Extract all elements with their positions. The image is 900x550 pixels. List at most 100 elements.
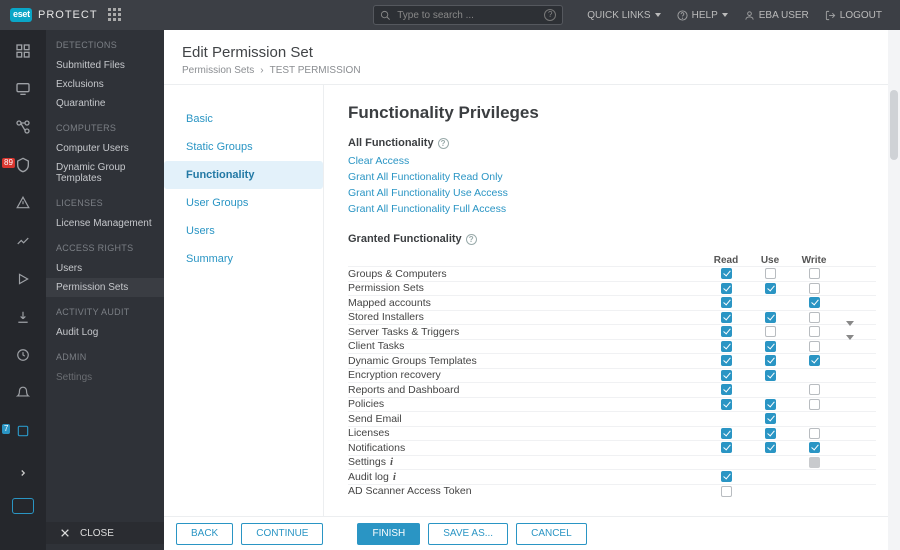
user-menu[interactable]: EBA USER bbox=[744, 10, 809, 21]
rail-alerts[interactable] bbox=[0, 188, 46, 218]
help-icon[interactable]: ? bbox=[438, 138, 449, 149]
subnav-item[interactable]: Submitted Files bbox=[56, 56, 154, 75]
subnav-item[interactable]: Exclusions bbox=[56, 75, 154, 94]
search-input[interactable]: Type to search ... ? bbox=[373, 5, 563, 25]
rail-network[interactable] bbox=[0, 112, 46, 142]
rail-notifications[interactable] bbox=[0, 378, 46, 408]
checkbox[interactable] bbox=[809, 428, 820, 439]
row-label: Policies bbox=[348, 398, 704, 410]
checkbox[interactable] bbox=[721, 268, 732, 279]
checkbox[interactable] bbox=[809, 384, 820, 395]
scrollbar-thumb[interactable] bbox=[890, 90, 898, 160]
checkbox[interactable] bbox=[809, 268, 820, 279]
rail-expand-arrow[interactable] bbox=[0, 458, 46, 488]
subnav-item[interactable]: Users bbox=[56, 259, 154, 278]
checkbox[interactable] bbox=[765, 326, 776, 337]
checkbox[interactable] bbox=[721, 399, 732, 410]
all-functionality-heading: All Functionality ? bbox=[348, 137, 876, 149]
checkbox[interactable] bbox=[765, 413, 776, 424]
subnav-item[interactable]: License Management bbox=[56, 214, 154, 233]
breadcrumb-root[interactable]: Permission Sets bbox=[182, 65, 254, 76]
quick-links-menu[interactable]: QUICK LINKS bbox=[587, 10, 660, 21]
checkbox[interactable] bbox=[765, 428, 776, 439]
wizard-step[interactable]: Users bbox=[174, 217, 313, 245]
checkbox[interactable] bbox=[765, 355, 776, 366]
subnav-item[interactable]: Audit Log bbox=[56, 323, 154, 342]
quick-action-link[interactable]: Clear Access bbox=[348, 155, 876, 167]
wizard-step[interactable]: Summary bbox=[174, 245, 313, 273]
quick-action-link[interactable]: Grant All Functionality Use Access bbox=[348, 187, 876, 199]
apps-icon[interactable] bbox=[108, 8, 122, 22]
checkbox[interactable] bbox=[809, 297, 820, 308]
blue-badge: 7 bbox=[2, 424, 10, 434]
rail-dashboard[interactable] bbox=[0, 36, 46, 66]
checkbox[interactable] bbox=[721, 326, 732, 337]
quick-action-link[interactable]: Grant All Functionality Read Only bbox=[348, 171, 876, 183]
save-as-button[interactable]: SAVE AS... bbox=[428, 523, 508, 545]
close-icon bbox=[60, 528, 70, 538]
user-icon bbox=[744, 10, 755, 21]
subnav-item[interactable]: Quarantine bbox=[56, 94, 154, 113]
back-button[interactable]: BACK bbox=[176, 523, 233, 545]
checkbox[interactable] bbox=[765, 312, 776, 323]
subnav-item[interactable]: Dynamic Group Templates bbox=[56, 158, 154, 188]
finish-button[interactable]: FINISH bbox=[357, 523, 420, 545]
logout-link[interactable]: LOGOUT bbox=[825, 10, 882, 21]
checkbox[interactable] bbox=[809, 399, 820, 410]
checkbox[interactable] bbox=[721, 442, 732, 453]
subnav-item[interactable]: Permission Sets bbox=[46, 278, 164, 297]
checkbox[interactable] bbox=[721, 486, 732, 497]
wizard-step[interactable]: Functionality bbox=[164, 161, 323, 189]
functionality-row: Notifications bbox=[348, 440, 876, 455]
subnav-item[interactable]: Computer Users bbox=[56, 139, 154, 158]
continue-button[interactable]: CONTINUE bbox=[241, 523, 323, 545]
subnav-close[interactable]: CLOSE bbox=[46, 522, 164, 544]
expand-toggle[interactable] bbox=[846, 340, 854, 352]
checkbox[interactable] bbox=[721, 428, 732, 439]
checkbox[interactable] bbox=[765, 341, 776, 352]
checkbox[interactable] bbox=[809, 442, 820, 453]
checkbox[interactable] bbox=[809, 326, 820, 337]
search-help-icon[interactable]: ? bbox=[544, 9, 556, 21]
rail-installers[interactable] bbox=[0, 302, 46, 332]
rail-presentation-icon[interactable] bbox=[12, 498, 34, 514]
rail-computers[interactable] bbox=[0, 74, 46, 104]
checkbox[interactable] bbox=[809, 312, 820, 323]
checkbox[interactable] bbox=[765, 442, 776, 453]
checkbox[interactable] bbox=[721, 471, 732, 482]
wizard-step[interactable]: Basic bbox=[174, 105, 313, 133]
rail-detections[interactable]: 89 bbox=[0, 150, 46, 180]
checkbox[interactable] bbox=[721, 283, 732, 294]
subnav-item[interactable]: Settings bbox=[56, 368, 154, 387]
checkbox[interactable] bbox=[809, 355, 820, 366]
cancel-button[interactable]: CANCEL bbox=[516, 523, 587, 545]
search-placeholder: Type to search ... bbox=[397, 10, 538, 21]
checkbox[interactable] bbox=[721, 370, 732, 381]
help-icon[interactable]: ? bbox=[466, 234, 477, 245]
quick-action-link[interactable]: Grant All Functionality Full Access bbox=[348, 203, 876, 215]
help-menu[interactable]: HELP bbox=[677, 10, 728, 21]
checkbox[interactable] bbox=[721, 355, 732, 366]
checkbox[interactable] bbox=[809, 341, 820, 352]
rail-reports[interactable] bbox=[0, 226, 46, 256]
checkbox[interactable] bbox=[765, 283, 776, 294]
info-icon[interactable]: i bbox=[393, 471, 396, 483]
info-icon[interactable]: i bbox=[390, 456, 393, 468]
checkbox[interactable] bbox=[809, 457, 820, 468]
scrollbar[interactable] bbox=[888, 30, 900, 550]
wizard-step[interactable]: Static Groups bbox=[174, 133, 313, 161]
checkbox[interactable] bbox=[765, 399, 776, 410]
rail-tasks[interactable] bbox=[0, 264, 46, 294]
checkbox[interactable] bbox=[721, 312, 732, 323]
checkbox[interactable] bbox=[721, 384, 732, 395]
functionality-row: Dynamic Groups Templates bbox=[348, 353, 876, 368]
chevron-down-icon bbox=[722, 13, 728, 17]
wizard-step[interactable]: User Groups bbox=[174, 189, 313, 217]
checkbox[interactable] bbox=[765, 268, 776, 279]
checkbox[interactable] bbox=[809, 283, 820, 294]
checkbox[interactable] bbox=[721, 341, 732, 352]
checkbox[interactable] bbox=[765, 370, 776, 381]
checkbox[interactable] bbox=[721, 297, 732, 308]
rail-blue[interactable]: 7 bbox=[0, 416, 46, 446]
rail-policies[interactable] bbox=[0, 340, 46, 370]
